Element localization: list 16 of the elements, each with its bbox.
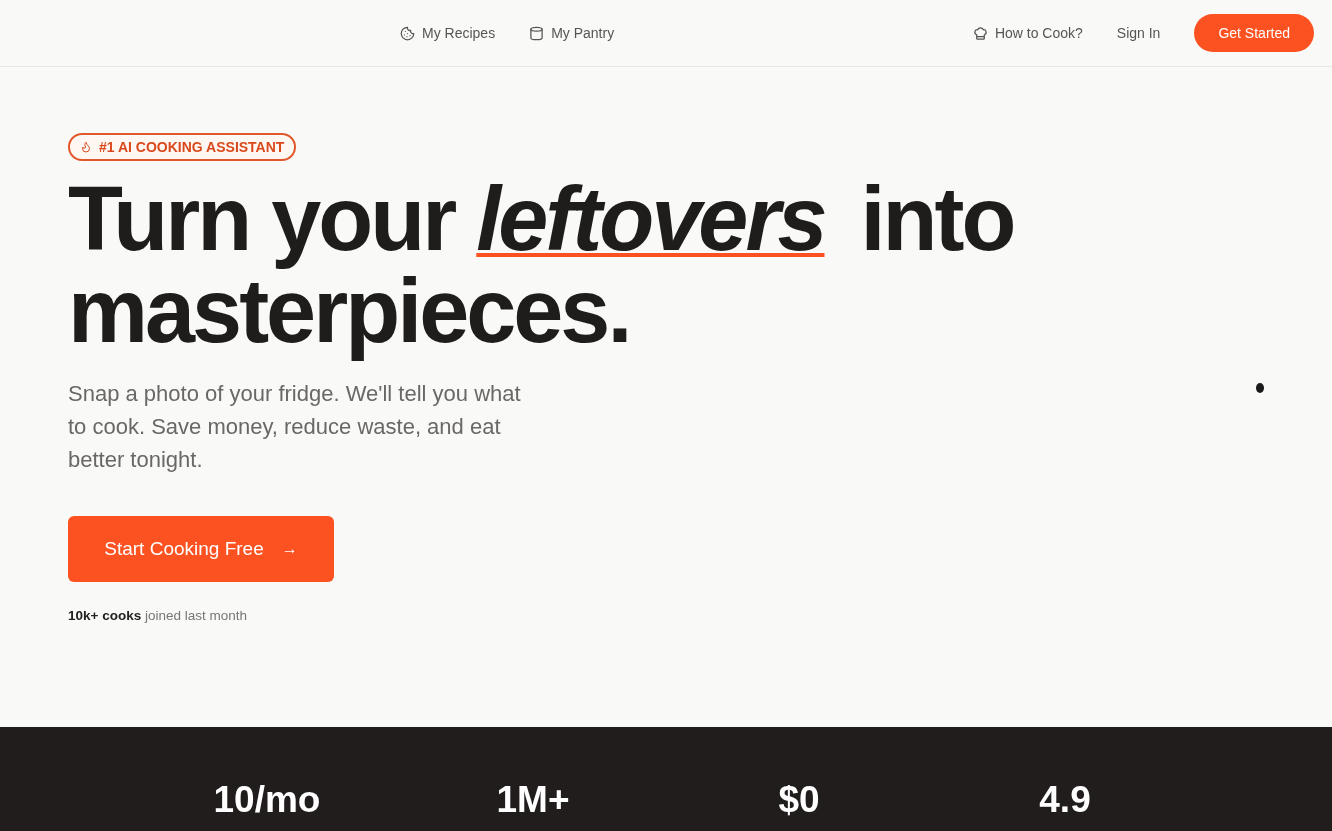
stat-value: 4.9: [1038, 779, 1092, 822]
badge-text: #1 AI COOKING ASSISTANT: [99, 139, 285, 155]
cookie-icon: [400, 25, 415, 41]
stat-value: 1M+: [495, 779, 571, 822]
nav-link[interactable]: How to Cook?: [972, 25, 1083, 41]
stat-value: $0: [777, 779, 821, 822]
nav-link[interactable]: My Pantry: [529, 25, 615, 41]
nav-link[interactable]: Sign In: [1116, 25, 1161, 41]
stat-value: 10/mo: [212, 779, 322, 822]
dot-icon: [1256, 383, 1264, 393]
subtitle: Snap a photo of your fridge. We'll tell you what to cook. Save money, reduce waste, and eat better tonight.: [68, 380, 522, 474]
chef-hat-icon: [972, 25, 988, 41]
flame-icon: [80, 141, 92, 153]
jar-icon: [529, 25, 545, 41]
nav-link[interactable]: My Recipes: [400, 25, 496, 41]
social-proof-text: 10k+ cooks joined last month: [68, 608, 248, 623]
